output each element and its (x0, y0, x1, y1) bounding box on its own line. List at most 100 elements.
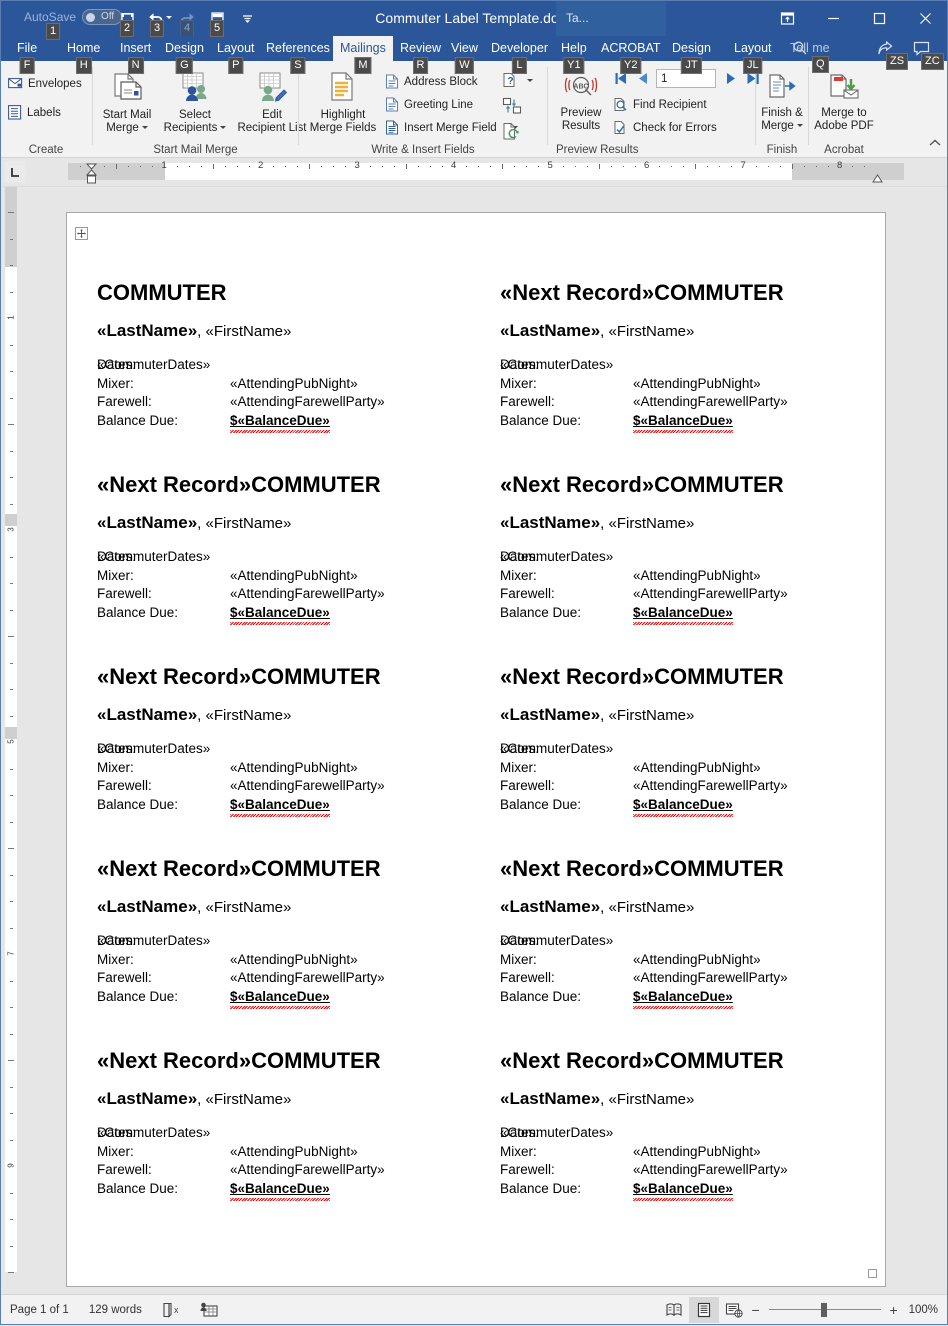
word-count-indicator[interactable]: 129 words (79, 1295, 152, 1326)
tab-view[interactable]: View W (444, 36, 485, 74)
horizontal-ruler[interactable]: 1 2 3 4 5 6 7 8 (0, 158, 948, 187)
right-indent-marker[interactable] (872, 170, 883, 188)
insert-merge-field-label: Insert Merge Field (404, 121, 497, 134)
minimize-button[interactable] (810, 0, 856, 36)
ruler-tick (526, 166, 528, 167)
ribbon-display-options-button[interactable] (764, 0, 810, 36)
ruler-tick (827, 166, 829, 167)
tab-references[interactable]: References S (259, 36, 337, 74)
tab-design[interactable]: Design G (158, 36, 211, 74)
zoom-slider[interactable] (768, 1300, 881, 1320)
insert-merge-field-button[interactable]: Insert Merge Field (385, 120, 518, 135)
mail-merge-label[interactable]: «Next Record»COMMUTER «LastName», «FirstN… (97, 473, 492, 625)
mail-merge-label[interactable]: «Next Record»COMMUTER «LastName», «FirstN… (97, 857, 492, 1009)
label-row-mixer: Mixer: «AttendingPubNight» (97, 951, 492, 970)
ruler-tick (152, 166, 154, 167)
highlight-merge-fields-button[interactable]: Highlight Merge Fields (303, 71, 383, 135)
tell-me-search-box[interactable]: Tell me Q (790, 36, 830, 73)
finish-and-merge-button[interactable]: Finish & Merge (756, 73, 808, 133)
update-labels-button[interactable] (502, 122, 524, 146)
label-heading: «Next Record»COMMUTER (500, 857, 895, 881)
email-button[interactable]: 5 (202, 4, 232, 37)
mail-merge-label[interactable]: «Next Record»COMMUTER «LastName», «FirstN… (500, 281, 895, 433)
customize-quick-access-toolbar-button[interactable] (232, 4, 262, 32)
label-detail-rows: Dates: «CommuterDates» Mixer: «AttendingPu… (500, 356, 895, 433)
mail-merge-recipient-icon[interactable] (190, 1295, 228, 1326)
tab-home[interactable]: Home H (60, 36, 107, 74)
tab-table-design[interactable]: Design JT (665, 36, 718, 74)
select-recipients-label-2: Recipients (163, 122, 218, 134)
tab-stop-selector[interactable] (4, 161, 26, 183)
label-row-mixer: Mixer: «AttendingPubNight» (500, 951, 895, 970)
vertical-ruler[interactable]: 1 3 5 7 9 (0, 187, 22, 1287)
first-record-button[interactable] (613, 71, 630, 91)
mail-merge-label[interactable]: «Next Record»COMMUTER «LastName», «FirstN… (500, 857, 895, 1009)
comments-icon[interactable]: ZC (912, 40, 944, 70)
attending-farewell-party-field: «AttendingFarewellParty» (633, 1162, 788, 1178)
find-recipient-button[interactable]: Find Recipient (613, 97, 707, 112)
ribbon-tab-bar: File F Home H Insert N Design G Layout P Refe… (0, 36, 948, 74)
mail-merge-label[interactable]: «Next Record»COMMUTER «LastName», «FirstN… (500, 1049, 895, 1201)
envelopes-button[interactable]: Envelopes (8, 77, 82, 90)
first-line-indent-marker[interactable] (85, 163, 98, 190)
vertical-ruler-tick (10, 1245, 13, 1247)
vertical-ruler-tick (10, 927, 13, 929)
mail-merge-label[interactable]: COMMUTER «LastName», «FirstName» Dates: «C… (97, 281, 492, 433)
merge-to-adobe-pdf-button[interactable]: Merge to Adobe PDF (809, 73, 879, 133)
tab-mailings[interactable]: Mailings M (333, 36, 393, 74)
select-recipients-button[interactable]: Select Recipients (161, 71, 229, 135)
previous-record-button[interactable] (636, 71, 650, 91)
labels-button[interactable]: Labels (8, 105, 61, 120)
zoom-level-label[interactable]: 100% (901, 1304, 948, 1316)
highlight-merge-fields-label-1: Highlight (320, 109, 366, 121)
zoom-in-button[interactable]: + (887, 1302, 901, 1318)
keytip-tab-table-layout: JL (742, 57, 763, 74)
tab-layout[interactable]: Layout P (210, 36, 262, 74)
proofing-errors-icon[interactable]: x (152, 1295, 190, 1326)
label-heading: COMMUTER (97, 281, 492, 305)
page-indicator[interactable]: Page 1 of 1 (0, 1295, 79, 1326)
vertical-ruler-tick (10, 450, 13, 452)
redo-button[interactable]: 4 (172, 4, 202, 37)
mail-merge-label[interactable]: «Next Record»COMMUTER «LastName», «FirstN… (97, 1049, 492, 1201)
tab-file[interactable]: File F (10, 36, 44, 74)
document-page[interactable]: COMMUTER «LastName», «FirstName» Dates: «C… (66, 212, 886, 1287)
mail-merge-label[interactable]: «Next Record»COMMUTER «LastName», «FirstN… (500, 473, 895, 625)
web-layout-view-button[interactable] (719, 1297, 749, 1323)
tab-insert[interactable]: Insert N (113, 36, 158, 74)
close-button[interactable] (902, 0, 948, 36)
tab-table-layout[interactable]: Layout JL (727, 36, 779, 74)
autosave-control[interactable]: AutoSave Off 1 (24, 9, 123, 40)
zoom-knob[interactable] (820, 1303, 827, 1317)
next-record-button[interactable] (724, 71, 738, 91)
collapse-ribbon-button[interactable] (928, 136, 942, 154)
attending-pub-night-field: «AttendingPubNight» (633, 759, 761, 775)
print-layout-view-button[interactable] (688, 1297, 719, 1323)
mail-merge-label[interactable]: «Next Record»COMMUTER «LastName», «FirstN… (500, 665, 895, 817)
maximize-button[interactable] (856, 0, 902, 36)
address-block-button[interactable]: Address Block (385, 74, 478, 89)
read-mode-view-button[interactable] (659, 1297, 689, 1323)
tab-help[interactable]: Help Y1 (554, 36, 594, 74)
next-record-field: «Next Record» (97, 664, 252, 689)
preview-results-button[interactable]: ABC Preview Results (552, 73, 610, 133)
attending-pub-night-field: «AttendingPubNight» (230, 759, 358, 775)
start-mail-merge-button[interactable]: Start Mail Merge (95, 71, 159, 135)
tab-review[interactable]: Review R (393, 36, 448, 74)
undo-button[interactable]: 3 (142, 4, 172, 37)
document-canvas[interactable]: COMMUTER «LastName», «FirstName» Dates: «C… (22, 187, 948, 1287)
match-fields-button[interactable] (502, 97, 524, 121)
rules-button[interactable]: ? (502, 72, 533, 94)
greeting-line-button[interactable]: Greeting Line (385, 97, 473, 112)
mail-merge-label[interactable]: «Next Record»COMMUTER «LastName», «FirstN… (97, 664, 492, 817)
zoom-out-button[interactable]: − (749, 1302, 763, 1318)
tab-developer[interactable]: Developer L (484, 36, 555, 74)
label-row-farewell: Farewell: «AttendingFarewellParty» (500, 1161, 895, 1180)
check-for-errors-button[interactable]: Check for Errors (613, 120, 717, 135)
share-icon[interactable]: ZS (876, 40, 909, 70)
keytip-tab-mailings: M (354, 57, 372, 74)
tab-acrobat[interactable]: ACROBAT Y2 (594, 36, 668, 74)
label-name-line: «LastName», «FirstName» (500, 898, 895, 916)
vertical-ruler-tick (8, 1272, 14, 1273)
save-button[interactable]: 2 (112, 4, 142, 37)
